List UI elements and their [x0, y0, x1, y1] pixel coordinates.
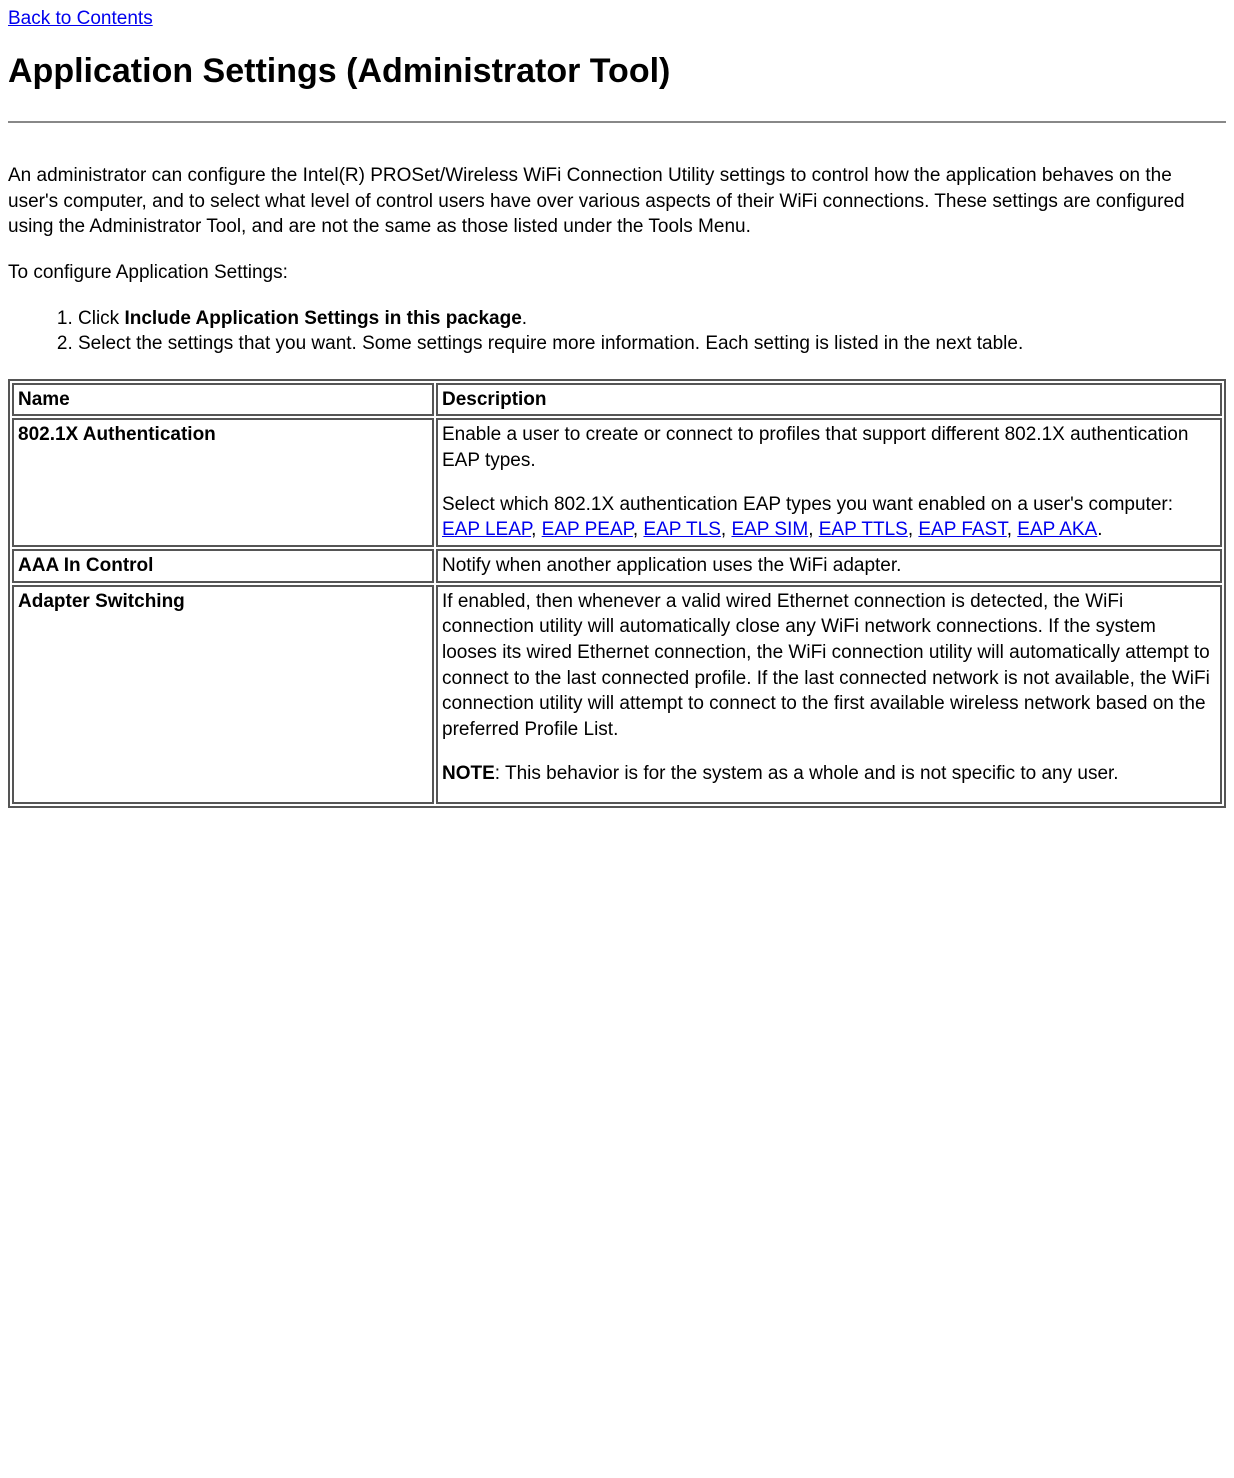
- sep: ,: [908, 519, 919, 540]
- table-row: 802.1X Authentication Enable a user to c…: [12, 418, 1222, 547]
- table-header-description: Description: [436, 383, 1222, 417]
- step-1-post: .: [522, 308, 527, 329]
- sep: ,: [633, 519, 644, 540]
- divider: [8, 121, 1226, 123]
- sep: ,: [721, 519, 732, 540]
- row1-name: 802.1X Authentication: [12, 418, 434, 547]
- table-row: AAA In Control Notify when another appli…: [12, 549, 1222, 583]
- table-row: Adapter Switching If enabled, then whene…: [12, 585, 1222, 804]
- row2-name: AAA In Control: [12, 549, 434, 583]
- row3-name: Adapter Switching: [12, 585, 434, 804]
- eap-ttls-link[interactable]: EAP TTLS: [819, 519, 908, 540]
- row1-p2: Select which 802.1X authentication EAP t…: [442, 492, 1216, 543]
- step-1: Click Include Application Settings in th…: [78, 306, 1226, 332]
- back-to-contents-link[interactable]: Back to Contents: [8, 8, 153, 30]
- sep: ,: [531, 519, 542, 540]
- configure-label: To configure Application Settings:: [8, 260, 1226, 286]
- row1-description: Enable a user to create or connect to pr…: [436, 418, 1222, 547]
- row3-note: NOTE: This behavior is for the system as…: [442, 761, 1216, 787]
- step-2: Select the settings that you want. Some …: [78, 331, 1226, 357]
- eap-aka-link[interactable]: EAP AKA: [1017, 519, 1097, 540]
- row3-description: If enabled, then whenever a valid wired …: [436, 585, 1222, 804]
- settings-table: Name Description 802.1X Authentication E…: [8, 379, 1226, 808]
- eap-leap-link[interactable]: EAP LEAP: [442, 519, 531, 540]
- sep: ,: [1007, 519, 1018, 540]
- page-title: Application Settings (Administrator Tool…: [8, 52, 1226, 91]
- sep: ,: [808, 519, 819, 540]
- period: .: [1097, 519, 1102, 540]
- eap-sim-link[interactable]: EAP SIM: [731, 519, 808, 540]
- intro-paragraph: An administrator can configure the Intel…: [8, 163, 1226, 240]
- note-label: NOTE: [442, 763, 495, 784]
- row3-p1: If enabled, then whenever a valid wired …: [442, 589, 1216, 743]
- row2-description: Notify when another application uses the…: [436, 549, 1222, 583]
- row1-p2-pre: Select which 802.1X authentication EAP t…: [442, 494, 1173, 515]
- eap-fast-link[interactable]: EAP FAST: [918, 519, 1006, 540]
- table-header-name: Name: [12, 383, 434, 417]
- eap-tls-link[interactable]: EAP TLS: [643, 519, 720, 540]
- row1-p1: Enable a user to create or connect to pr…: [442, 422, 1216, 473]
- step-1-pre: Click: [78, 308, 124, 329]
- note-text: : This behavior is for the system as a w…: [495, 763, 1119, 784]
- step-1-bold: Include Application Settings in this pac…: [124, 308, 521, 329]
- table-header-row: Name Description: [12, 383, 1222, 417]
- steps-list: Click Include Application Settings in th…: [8, 306, 1226, 357]
- eap-peap-link[interactable]: EAP PEAP: [542, 519, 633, 540]
